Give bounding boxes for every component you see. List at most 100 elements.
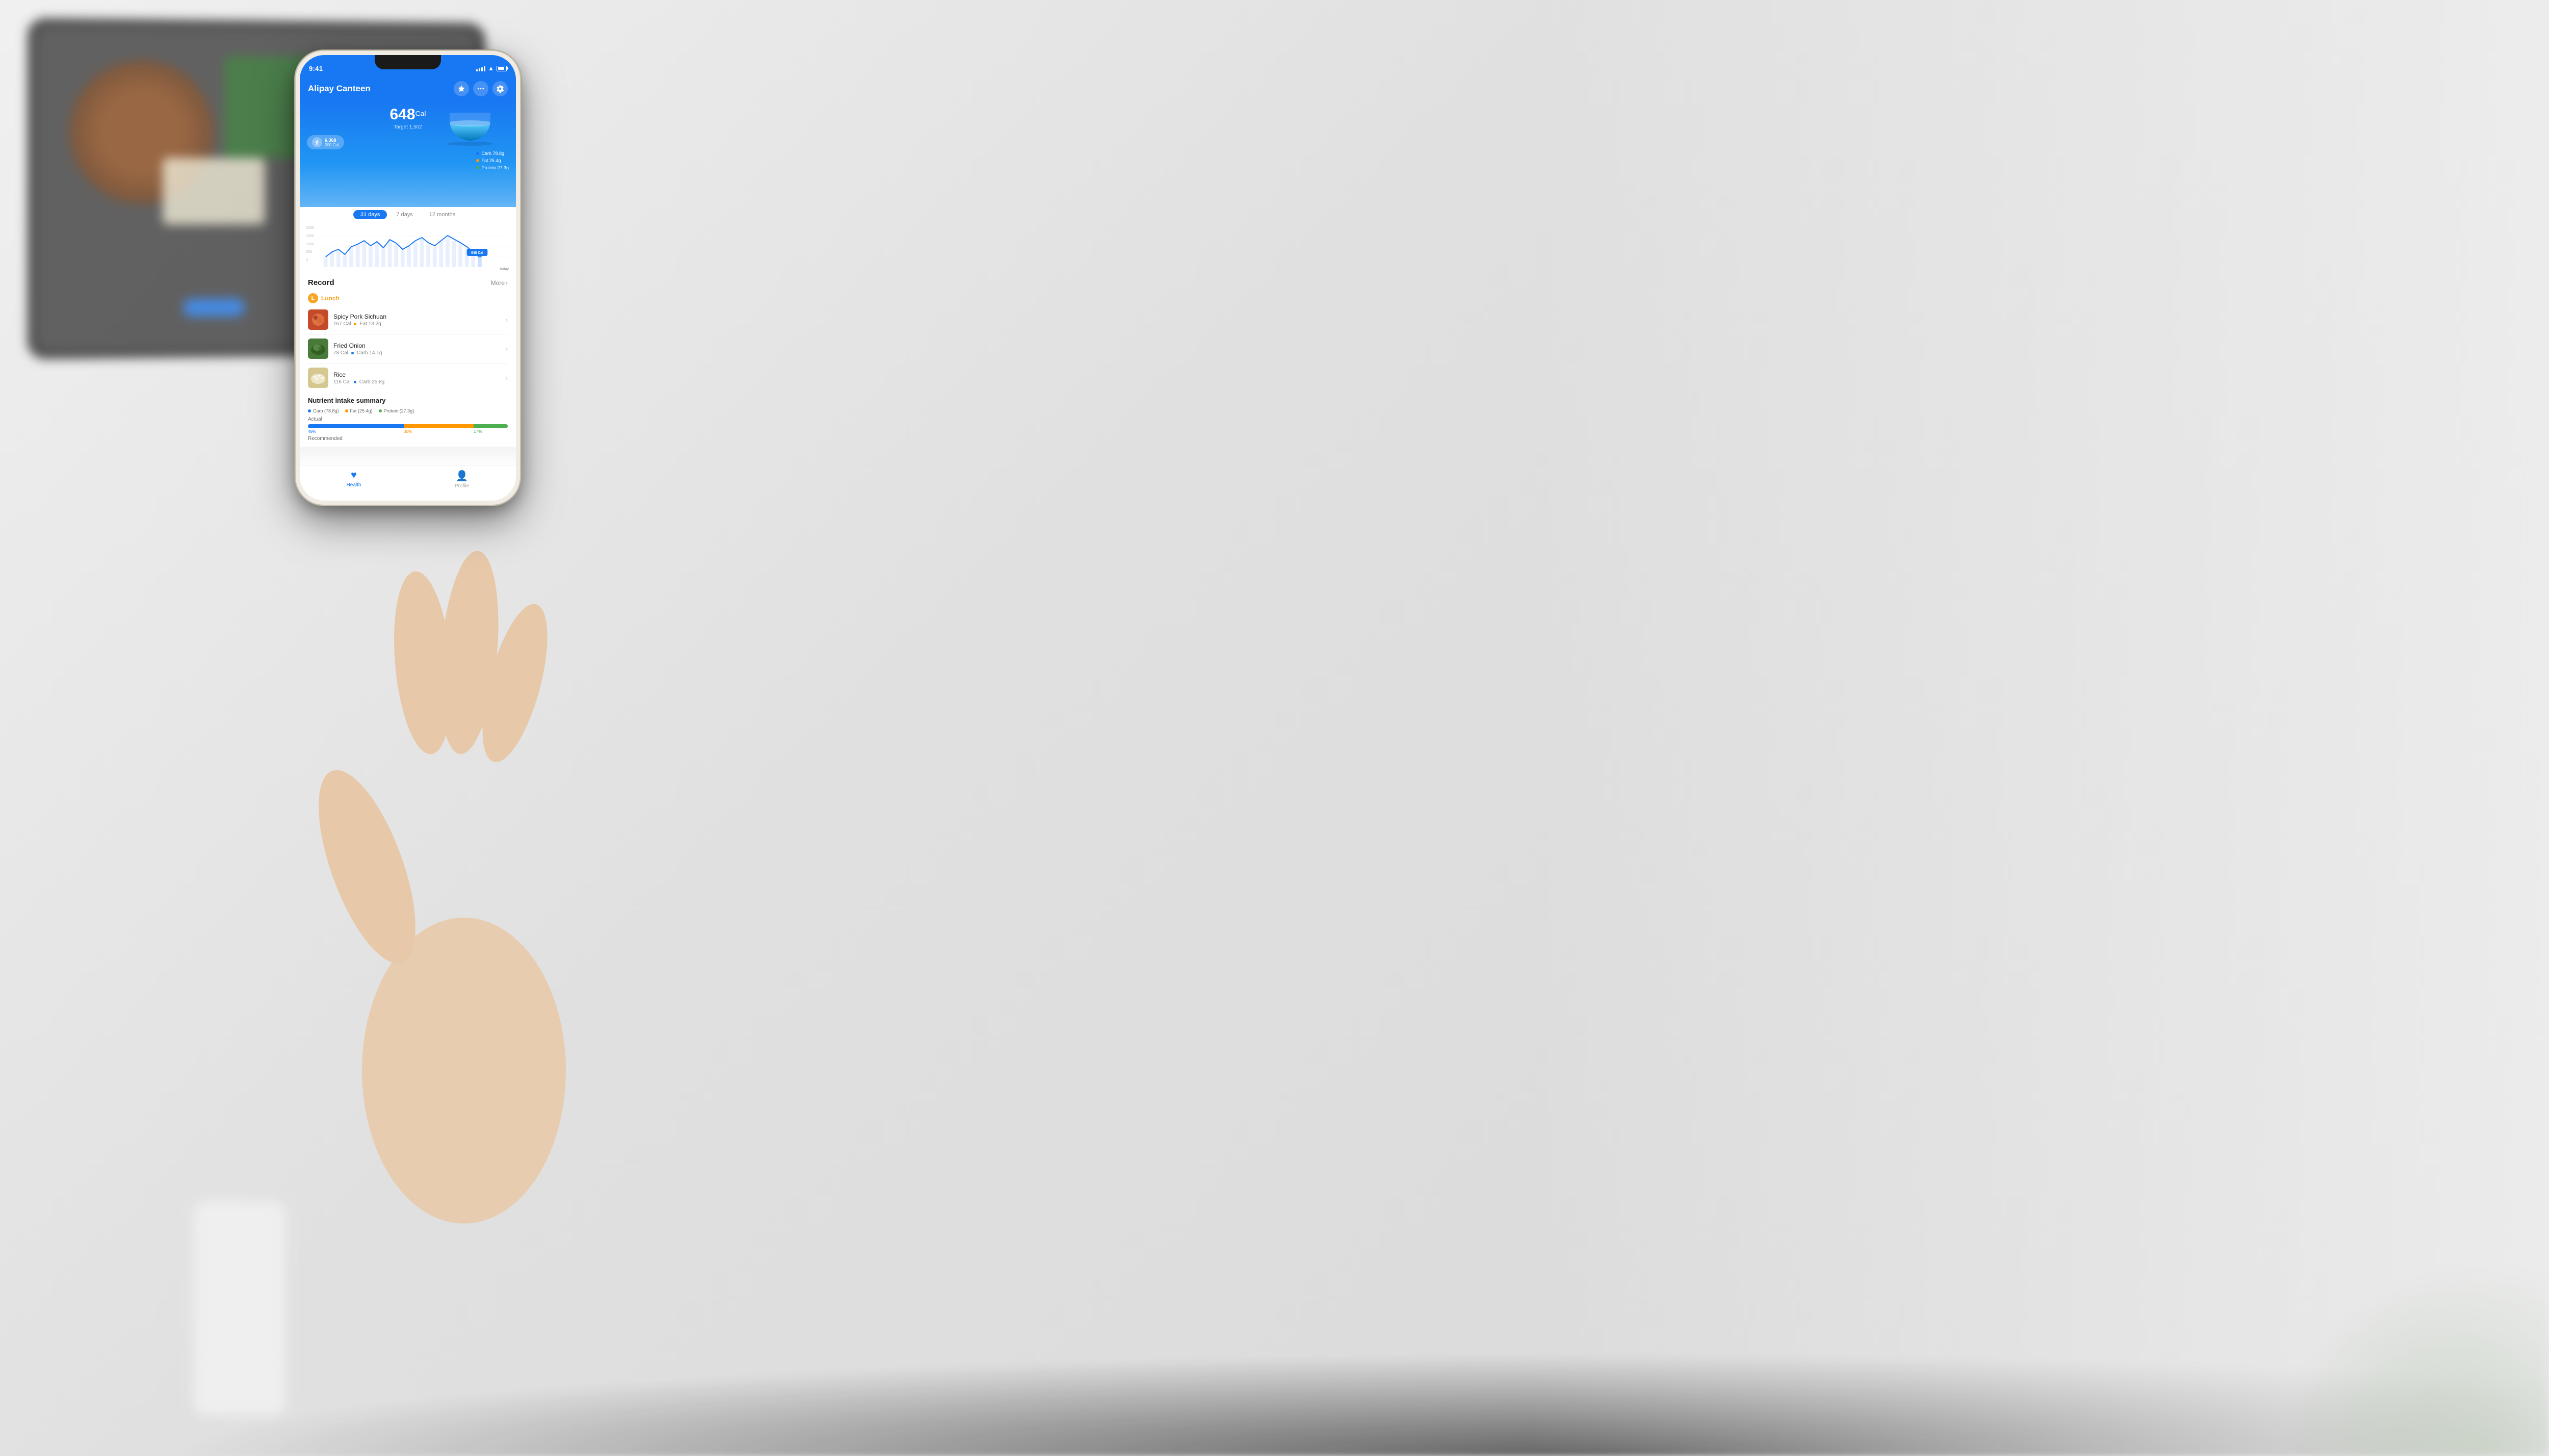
carb-pct: 48% <box>308 429 404 434</box>
footsteps-icon <box>314 139 320 145</box>
legend-label-carb: Carb (78.8g) <box>313 408 339 413</box>
rice-image <box>308 368 328 388</box>
spicy-pork-image <box>308 309 328 330</box>
status-icons: ▲ <box>476 65 507 72</box>
record-title: Record <box>308 278 334 287</box>
steps-calories: 200 Cal <box>325 143 339 147</box>
legend-item-protein: Protein (27.3g) <box>379 408 414 413</box>
settings-button[interactable] <box>492 81 508 96</box>
tab-7-days[interactable]: 7 days <box>389 210 420 219</box>
spicy-pork-macro: Fat 13.2g <box>359 321 381 327</box>
tab-12-months[interactable]: 12 months <box>422 210 462 219</box>
food-chevron-1: › <box>505 316 508 324</box>
food-macros-rice: 116 Cal Carb 25.8g <box>333 379 505 385</box>
fat-dot-spicy <box>354 323 356 325</box>
fat-label: Fat 25.4g <box>481 158 501 163</box>
phone-wrapper: 9:41 ▲ Alipay Canteen <box>296 51 520 505</box>
carb-dot <box>476 152 479 155</box>
food-name-rice: Rice <box>333 371 505 378</box>
legend-label-protein: Protein (27.3g) <box>384 408 414 413</box>
phone-frame: 9:41 ▲ Alipay Canteen <box>296 51 520 505</box>
legend-item-fat: Fat (25.4g) <box>345 408 373 413</box>
legend-carb: Carb 78.8g <box>476 151 509 156</box>
food-item-rice[interactable]: Rice 116 Cal Carb 25.8g › <box>308 363 508 392</box>
protein-label: Protein 27.3g <box>481 165 509 170</box>
food-macros-fried-onion: 78 Cal Carb 14.1g <box>333 350 505 356</box>
steps-count: 6,368 <box>325 138 339 143</box>
rice-macro: Carb 25.8g <box>359 379 384 385</box>
hero-section: 648Cal Target 1,502 6,368 200 Cal <box>300 100 516 207</box>
y-label-1000: 1000 <box>306 243 314 246</box>
food-info-rice: Rice 116 Cal Carb 25.8g <box>333 371 505 385</box>
chart-area: 2000 1500 1000 500 0 <box>300 222 516 273</box>
chart-y-labels: 2000 1500 1000 500 0 <box>306 226 314 262</box>
calorie-target: Target 1,502 <box>389 124 426 130</box>
nutrient-legend-row: Carb (78.8g) Fat (25.4g) Protein (27.3g) <box>308 408 508 413</box>
food-thumb-fried-onion <box>308 339 328 359</box>
bottom-nav: ♥ Health 👤 Profile <box>300 465 516 501</box>
profile-nav-icon: 👤 <box>456 470 469 482</box>
food-chevron-3: › <box>505 374 508 382</box>
app-title: Alipay Canteen <box>308 84 371 94</box>
more-button[interactable] <box>473 81 488 96</box>
lunch-icon: L <box>308 293 318 303</box>
nav-profile[interactable]: 👤 Profile <box>408 470 516 489</box>
food-item-fried-onion[interactable]: Fried Onion 78 Cal Carb 14.1g › <box>308 334 508 363</box>
actual-bar <box>308 424 508 428</box>
nutrient-title: Nutrient intake summary <box>308 397 508 404</box>
calorie-unit: Cal <box>415 110 426 118</box>
carb-label: Carb 78.8g <box>481 151 504 156</box>
actual-percentages: 48% 35% 17% <box>308 429 508 434</box>
meal-name: Lunch <box>321 295 340 302</box>
rice-calories: 116 Cal <box>333 379 351 385</box>
legend-label-fat: Fat (25.4g) <box>350 408 373 413</box>
fried-onion-macro: Carb 14.1g <box>357 350 382 356</box>
record-section: Record More › L Lunch <box>300 273 516 394</box>
status-time: 9:41 <box>309 65 323 72</box>
tab-31-days[interactable]: 31 days <box>353 210 387 219</box>
scroll-fade <box>300 450 516 465</box>
signal-bar-1 <box>476 69 478 71</box>
star-button[interactable] <box>454 81 469 96</box>
nav-health[interactable]: ♥ Health <box>300 470 408 488</box>
legend-dot-protein <box>379 409 382 412</box>
today-label: Today <box>499 268 509 271</box>
bowl-illustration <box>450 113 493 146</box>
fat-dot <box>476 159 479 162</box>
food-name-fried-onion: Fried Onion <box>333 342 505 349</box>
legend-dot-fat <box>345 409 348 412</box>
app-header: Alipay Canteen <box>300 77 516 100</box>
health-nav-label: Health <box>347 482 361 488</box>
more-chevron: › <box>506 279 508 287</box>
signal-bar-2 <box>479 68 480 71</box>
actual-label: Actual <box>308 417 508 422</box>
food-item-spicy-pork[interactable]: Spicy Pork Sichuan 167 Cal Fat 13.2g › <box>308 305 508 334</box>
meal-group-lunch: L Lunch <box>300 291 516 394</box>
star-icon <box>457 85 465 93</box>
food-thumb-spicy-pork <box>308 309 328 330</box>
carb-dot-rice <box>354 381 356 383</box>
period-tabs: 31 days 7 days 12 months <box>300 207 516 222</box>
protein-dot <box>476 166 479 169</box>
food-info-fried-onion: Fried Onion 78 Cal Carb 14.1g <box>333 342 505 356</box>
food-name-spicy-pork: Spicy Pork Sichuan <box>333 313 505 320</box>
steps-info: 6,368 200 Cal <box>325 138 339 147</box>
y-label-2000: 2000 <box>306 226 314 230</box>
protein-segment <box>474 424 508 428</box>
signal-bar-3 <box>481 67 483 71</box>
lunch-icon-letter: L <box>311 295 315 301</box>
signal-bars <box>476 65 485 71</box>
carb-segment <box>308 424 404 428</box>
phone-screen: 9:41 ▲ Alipay Canteen <box>300 55 516 501</box>
carb-dot-onion <box>351 352 354 354</box>
legend-dot-carb <box>308 409 311 412</box>
meal-label: L Lunch <box>308 293 508 303</box>
phone-notch <box>375 55 441 69</box>
fried-onion-image <box>308 339 328 359</box>
svg-text:648 Cal: 648 Cal <box>471 251 483 255</box>
food-chevron-2: › <box>505 345 508 353</box>
more-button[interactable]: More › <box>491 279 508 287</box>
fat-pct: 35% <box>404 429 474 434</box>
signal-bar-4 <box>484 66 485 71</box>
bg-light-overlay <box>1529 0 2549 1456</box>
